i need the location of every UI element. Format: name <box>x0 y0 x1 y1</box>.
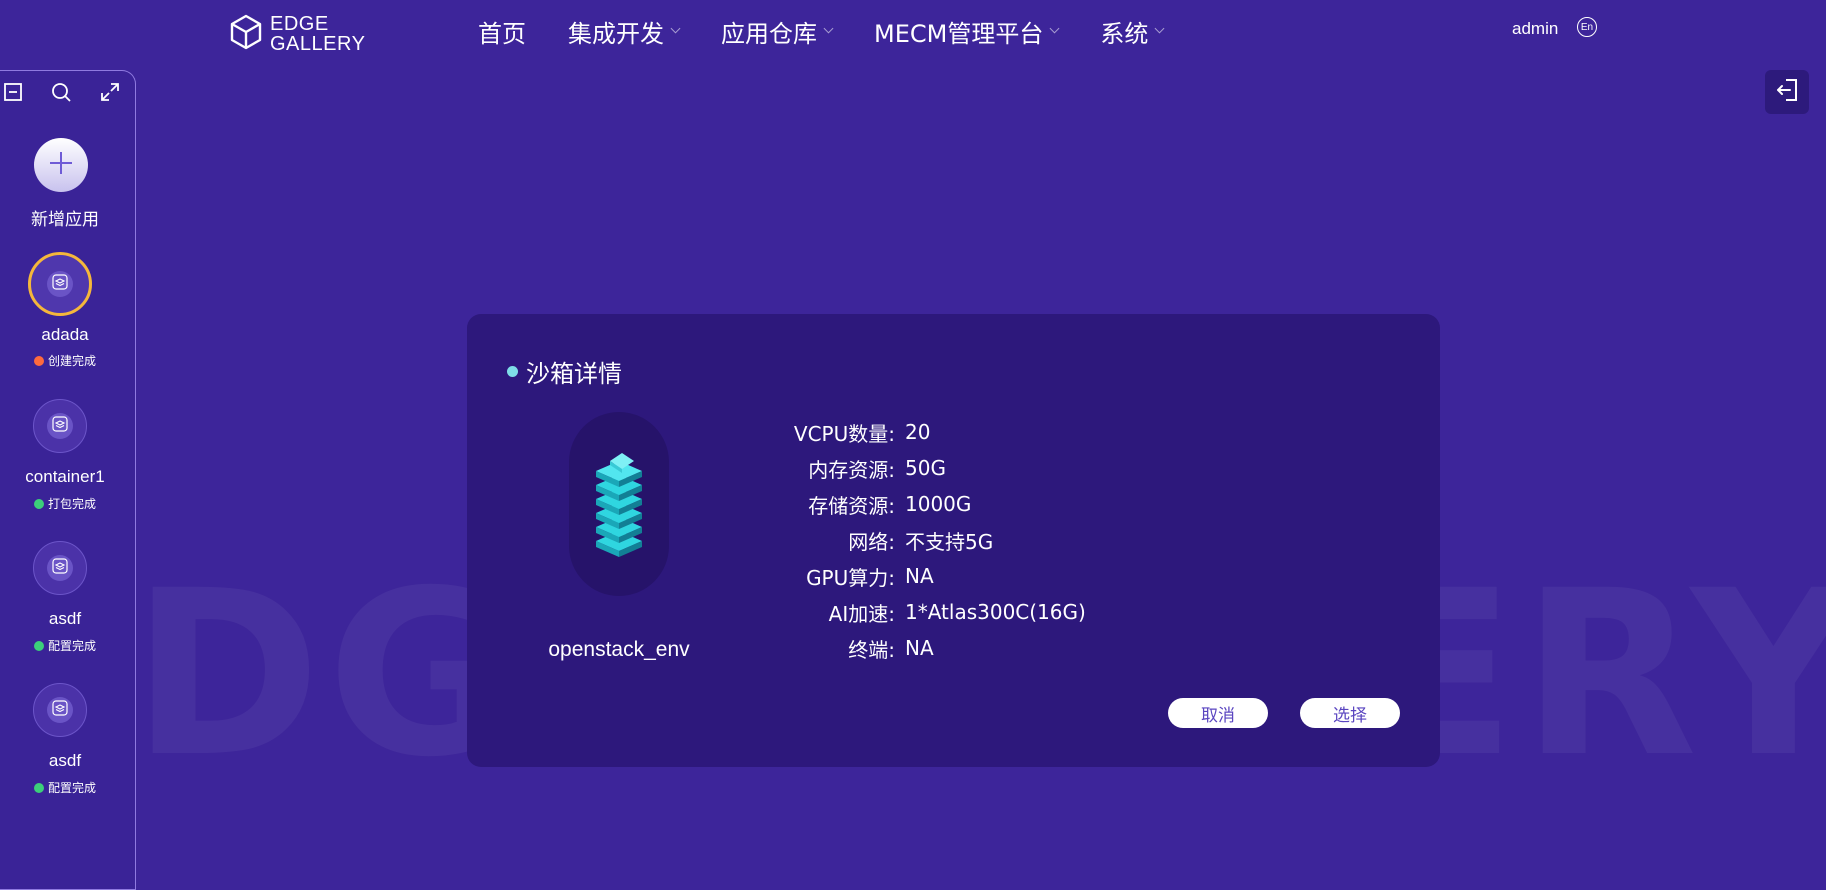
nav-mecm-label: MECM管理平台 <box>874 20 1044 48</box>
select-button[interactable]: 选择 <box>1300 698 1400 728</box>
collapse-button[interactable] <box>0 81 26 107</box>
environment-name: openstack_env <box>548 638 690 661</box>
nav-mecm[interactable]: MECM管理平台 <box>874 14 1060 49</box>
app-status-text: 配置完成 <box>47 781 96 795</box>
cube-logo-icon <box>230 14 262 54</box>
detail-row: GPU算力: NA <box>727 558 1086 594</box>
app-avatar[interactable] <box>28 252 92 316</box>
nav-home[interactable]: 首页 <box>478 14 526 49</box>
search-button[interactable] <box>48 81 74 107</box>
expand-icon <box>100 82 120 106</box>
logout-icon <box>1774 77 1800 107</box>
app-status: 打包完成 <box>0 495 134 512</box>
detail-key: 网络: <box>848 529 895 554</box>
layers-icon <box>52 700 68 720</box>
detail-row: VCPU数量: 20 <box>727 414 1086 450</box>
detail-row: 网络: 不支持5G <box>727 522 1086 558</box>
collapse-icon <box>3 82 23 106</box>
detail-row: 存储资源: 1000G <box>727 486 1086 522</box>
app-status-text: 创建完成 <box>47 354 96 368</box>
add-app-label: 新增应用 <box>31 210 99 230</box>
nav-home-label: 首页 <box>478 20 526 48</box>
app-name: adada <box>41 325 89 344</box>
nav-system-label: 系统 <box>1100 20 1149 48</box>
sandbox-detail-list: VCPU数量: 20 内存资源: 50G 存储资源: 1000G 网络: 不支持… <box>727 414 1086 666</box>
status-dot-icon <box>33 355 44 366</box>
detail-key: 内存资源: <box>808 457 895 482</box>
dialog-title-text: 沙箱详情 <box>526 360 622 388</box>
app-avatar[interactable] <box>33 541 87 595</box>
cancel-button[interactable]: 取消 <box>1168 698 1268 728</box>
app-status: 配置完成 <box>0 779 134 796</box>
title-bullet-icon <box>507 366 518 377</box>
app-status-text: 配置完成 <box>47 639 96 653</box>
app-avatar[interactable] <box>33 683 87 737</box>
layers-icon <box>52 558 68 578</box>
nav-app-store-label: 应用仓库 <box>721 20 817 48</box>
detail-value: 不支持5G <box>905 529 994 554</box>
expand-button[interactable] <box>97 81 123 107</box>
add-app-button[interactable] <box>34 138 88 192</box>
status-check-icon <box>33 640 44 651</box>
app-status: 创建完成 <box>0 352 134 369</box>
detail-value: 1000G <box>905 492 972 516</box>
status-check-icon <box>33 782 44 793</box>
logo-line-1: EDGE <box>270 13 329 35</box>
main-nav: 首页 集成开发 应用仓库 MECM管理平台 系统 <box>478 14 1205 49</box>
detail-value: NA <box>905 564 934 588</box>
logo-line-2: GALLERY <box>270 33 366 55</box>
detail-key: 终端: <box>848 637 895 662</box>
search-icon <box>50 81 72 107</box>
detail-key: GPU算力: <box>806 565 895 590</box>
app-sidebar: 新增应用 adada 创建完成 container1 打包完成 asdf 配置完… <box>0 70 136 890</box>
sidebar-toolbar <box>0 81 136 111</box>
app-status-text: 打包完成 <box>47 497 96 511</box>
detail-row: 终端: NA <box>727 630 1086 666</box>
layers-icon <box>52 416 68 436</box>
detail-row: 内存资源: 50G <box>727 450 1086 486</box>
top-navigation-bar: EDGE GALLERY 首页 集成开发 应用仓库 MECM管理平台 系统 ad… <box>0 0 1826 64</box>
language-toggle[interactable]: En <box>1577 17 1597 37</box>
dialog-title: 沙箱详情 <box>507 354 622 389</box>
nav-integrated-dev-label: 集成开发 <box>568 20 664 48</box>
app-name: container1 <box>25 467 105 486</box>
detail-key: VCPU数量: <box>793 421 895 446</box>
chevron-down-icon <box>823 23 834 34</box>
server-stack-icon <box>592 447 646 561</box>
logo-text: EDGE GALLERY <box>270 14 365 54</box>
chevron-down-icon <box>1154 23 1165 34</box>
nav-app-store[interactable]: 应用仓库 <box>721 14 834 49</box>
plus-icon <box>48 148 74 182</box>
detail-value: 20 <box>905 420 931 444</box>
status-check-icon <box>33 498 44 509</box>
detail-value: 50G <box>905 456 946 480</box>
app-avatar[interactable] <box>33 399 87 453</box>
sandbox-details-dialog: 沙箱详情 openstack_env VCPU数量: 20 内存资源: 50G … <box>467 314 1440 767</box>
chevron-down-icon <box>670 23 681 34</box>
detail-value: NA <box>905 636 934 660</box>
logout-button[interactable] <box>1765 70 1809 114</box>
detail-key: AI加速: <box>828 601 895 626</box>
edgegallery-logo[interactable]: EDGE GALLERY <box>230 14 365 54</box>
detail-key: 存储资源: <box>808 493 895 518</box>
detail-row: AI加速: 1*Atlas300C(16G) <box>727 594 1086 630</box>
environment-card[interactable] <box>569 412 669 596</box>
chevron-down-icon <box>1049 23 1060 34</box>
nav-system[interactable]: 系统 <box>1100 14 1165 49</box>
detail-value: 1*Atlas300C(16G) <box>905 600 1086 624</box>
app-name: asdf <box>48 609 82 628</box>
layers-icon <box>52 274 68 294</box>
app-status: 配置完成 <box>0 637 134 654</box>
nav-integrated-dev[interactable]: 集成开发 <box>568 14 681 49</box>
app-name: asdf <box>48 751 82 770</box>
user-name[interactable]: admin <box>1512 19 1558 39</box>
